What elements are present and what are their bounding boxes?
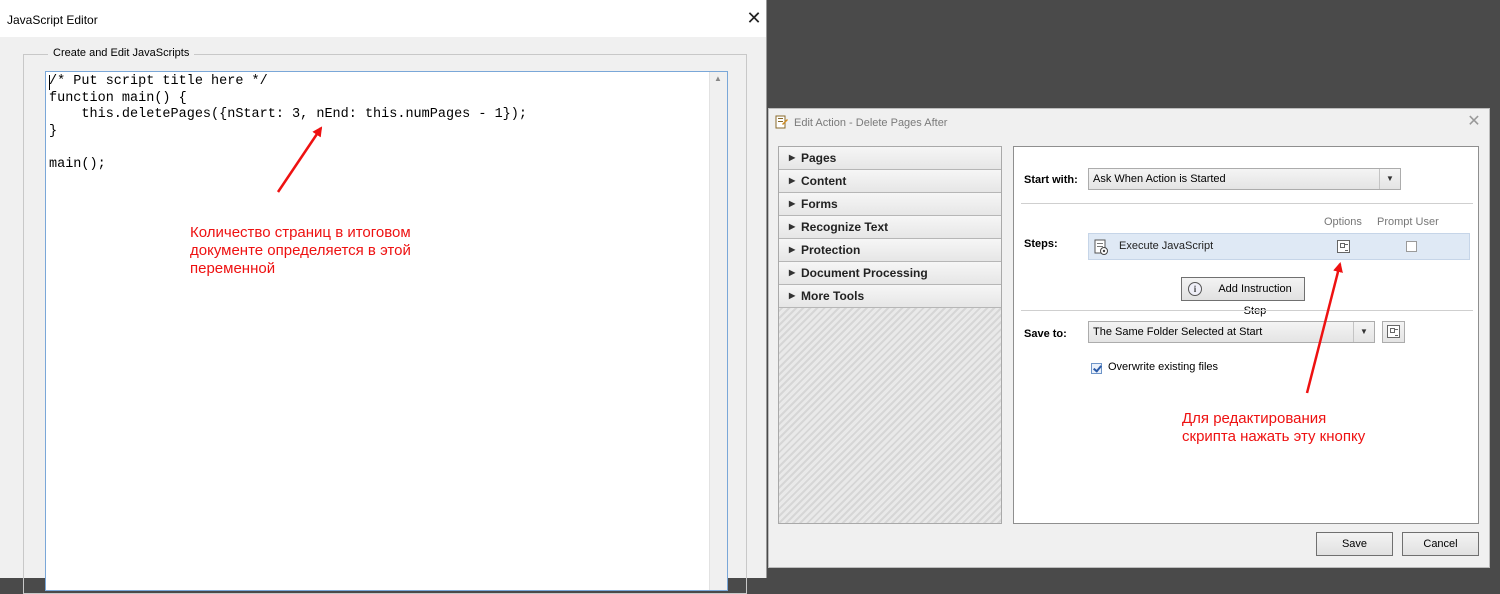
dropdown-arrow-icon[interactable]: ▼ bbox=[1379, 169, 1400, 189]
start-with-value: Ask When Action is Started bbox=[1093, 173, 1226, 185]
dropdown-arrow-icon[interactable]: ▼ bbox=[1353, 322, 1374, 342]
script-code-text[interactable]: /* Put script title here */ function mai… bbox=[46, 72, 727, 175]
chevron-right-icon: ▶ bbox=[789, 222, 796, 231]
tool-category-pages[interactable]: ▶ Pages bbox=[779, 147, 1001, 170]
options-icon[interactable] bbox=[1337, 240, 1350, 253]
text-caret bbox=[49, 75, 50, 90]
tool-category-forms[interactable]: ▶ Forms bbox=[779, 193, 1001, 216]
tool-category-label: Protection bbox=[801, 243, 861, 257]
action-steps-panel: Start with: Ask When Action is Started ▼… bbox=[1013, 146, 1479, 524]
save-to-select[interactable]: The Same Folder Selected at Start ▼ bbox=[1088, 321, 1375, 343]
section-divider bbox=[1021, 203, 1473, 204]
tool-category-recognize-text[interactable]: ▶ Recognize Text bbox=[779, 216, 1001, 239]
script-code-editor[interactable]: /* Put script title here */ function mai… bbox=[45, 71, 728, 591]
overwrite-existing-label: Overwrite existing files bbox=[1108, 361, 1219, 373]
save-to-label: Save to: bbox=[1024, 328, 1067, 340]
tool-category-label: Document Processing bbox=[801, 266, 928, 280]
options-icon bbox=[1387, 325, 1400, 338]
chevron-right-icon: ▶ bbox=[789, 291, 796, 300]
groupbox-label: Create and Edit JavaScripts bbox=[48, 47, 195, 59]
tool-category-label: More Tools bbox=[801, 289, 865, 303]
code-vertical-scrollbar[interactable]: ▲ bbox=[709, 72, 727, 590]
tool-category-protection[interactable]: ▶ Protection bbox=[779, 239, 1001, 262]
scroll-up-icon[interactable]: ▲ bbox=[714, 74, 722, 83]
chevron-right-icon: ▶ bbox=[789, 199, 796, 208]
steps-label: Steps: bbox=[1024, 238, 1058, 250]
tools-panel: ▶ Pages ▶ Content ▶ Forms ▶ Recognize Te… bbox=[778, 146, 1002, 524]
prompt-user-checkbox[interactable] bbox=[1406, 241, 1417, 252]
options-column-header: Options bbox=[1324, 216, 1362, 228]
start-with-label: Start with: bbox=[1024, 174, 1078, 186]
annotation-options-note: Для редактирования скрипта нажать эту кн… bbox=[1182, 410, 1366, 445]
chevron-right-icon: ▶ bbox=[789, 245, 796, 254]
edit-action-dialog: Edit Action - Delete Pages After ✕ ▶ Pag… bbox=[768, 108, 1490, 568]
checkbox-checked-icon[interactable] bbox=[1091, 363, 1102, 374]
info-icon: i bbox=[1188, 282, 1202, 296]
js-editor-title: JavaScript Editor bbox=[7, 13, 98, 27]
chevron-right-icon: ▶ bbox=[789, 153, 796, 162]
annotation-variable-note: Количество страниц в итоговом документе … bbox=[190, 224, 411, 277]
close-icon[interactable]: ✕ bbox=[744, 8, 764, 28]
javascript-editor-window: JavaScript Editor ✕ Create and Edit Java… bbox=[0, 0, 767, 594]
chevron-right-icon: ▶ bbox=[789, 176, 796, 185]
edit-action-titlebar: Edit Action - Delete Pages After ✕ bbox=[769, 109, 1489, 137]
section-divider bbox=[1021, 310, 1473, 311]
save-button[interactable]: Save bbox=[1316, 532, 1393, 556]
tool-category-more-tools[interactable]: ▶ More Tools bbox=[779, 285, 1001, 308]
tool-category-document-processing[interactable]: ▶ Document Processing bbox=[779, 262, 1001, 285]
save-to-value: The Same Folder Selected at Start bbox=[1093, 326, 1263, 338]
add-instruction-step-button[interactable]: i Add Instruction Step bbox=[1181, 277, 1305, 317]
cancel-button[interactable]: Cancel bbox=[1402, 532, 1479, 556]
step-execute-javascript[interactable]: Execute JavaScript bbox=[1088, 233, 1470, 260]
tool-category-label: Recognize Text bbox=[801, 220, 889, 234]
js-editor-titlebar: JavaScript Editor ✕ bbox=[0, 0, 766, 37]
chevron-right-icon: ▶ bbox=[789, 268, 796, 277]
edit-action-title: Edit Action - Delete Pages After bbox=[794, 117, 948, 129]
save-to-options-button[interactable] bbox=[1382, 321, 1405, 343]
step-label: Execute JavaScript bbox=[1119, 240, 1214, 252]
start-with-select[interactable]: Ask When Action is Started ▼ bbox=[1088, 168, 1401, 190]
add-instruction-step-label: Add Instruction Step bbox=[1218, 283, 1292, 317]
prompt-user-column-header: Prompt User bbox=[1377, 216, 1439, 228]
tool-category-label: Pages bbox=[801, 151, 837, 165]
javascript-step-icon bbox=[1094, 239, 1108, 255]
tool-category-content[interactable]: ▶ Content bbox=[779, 170, 1001, 193]
edit-action-icon bbox=[775, 115, 788, 129]
close-icon[interactable]: ✕ bbox=[1465, 113, 1483, 131]
tool-category-label: Forms bbox=[801, 197, 838, 211]
tool-category-label: Content bbox=[801, 174, 847, 188]
